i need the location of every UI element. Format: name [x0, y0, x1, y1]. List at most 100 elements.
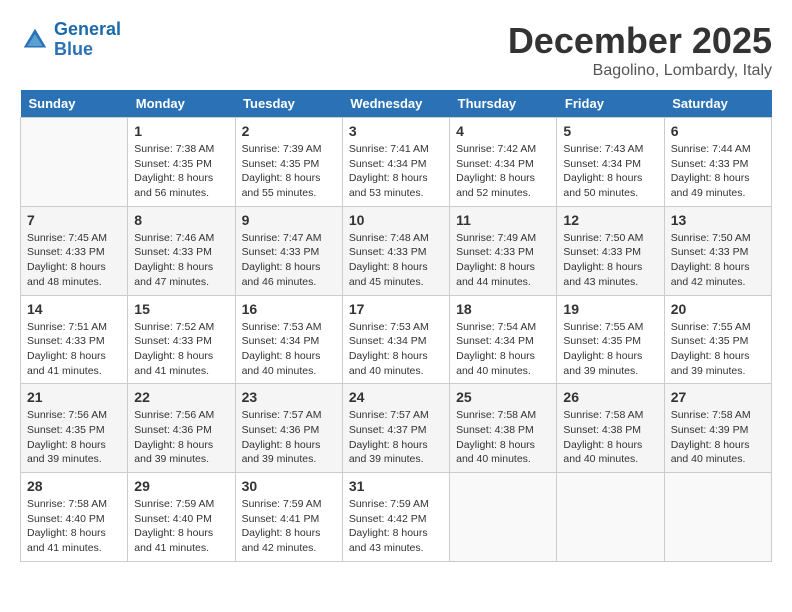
day-info: Sunrise: 7:52 AM Sunset: 4:33 PM Dayligh… — [134, 320, 228, 379]
header-saturday: Saturday — [664, 90, 771, 118]
day-cell-6: 6 Sunrise: 7:44 AM Sunset: 4:33 PM Daylig… — [664, 118, 771, 207]
day-number: 28 — [27, 478, 121, 494]
logo-icon — [20, 25, 50, 55]
day-info: Sunrise: 7:43 AM Sunset: 4:34 PM Dayligh… — [563, 142, 657, 201]
day-cell-4: 4Sunrise: 7:42 AM Sunset: 4:34 PM Daylig… — [450, 118, 557, 207]
logo-text: General Blue — [54, 20, 121, 60]
day-number: 10 — [349, 212, 443, 228]
day-number: 31 — [349, 478, 443, 494]
empty-cell — [450, 473, 557, 562]
day-number: 25 — [456, 389, 550, 405]
day-info: Sunrise: 7:59 AM Sunset: 4:42 PM Dayligh… — [349, 497, 443, 556]
day-info: Sunrise: 7:57 AM Sunset: 4:37 PM Dayligh… — [349, 408, 443, 467]
day-info: Sunrise: 7:48 AM Sunset: 4:33 PM Dayligh… — [349, 231, 443, 290]
logo-line2: Blue — [54, 39, 93, 59]
day-cell-24: 24Sunrise: 7:57 AM Sunset: 4:37 PM Dayli… — [342, 384, 449, 473]
day-number: 30 — [242, 478, 336, 494]
day-cell-15: 15 Sunrise: 7:52 AM Sunset: 4:33 PM Dayli… — [128, 295, 235, 384]
day-cell-10: 10 Sunrise: 7:48 AM Sunset: 4:33 PM Dayli… — [342, 206, 449, 295]
day-number: 5 — [563, 123, 657, 139]
calendar-table: SundayMondayTuesdayWednesdayThursdayFrid… — [20, 90, 772, 562]
empty-cell — [21, 118, 128, 207]
day-cell-14: 14 Sunrise: 7:51 AM Sunset: 4:33 PM Dayli… — [21, 295, 128, 384]
day-cell-20: 20 Sunrise: 7:55 AM Sunset: 4:35 PM Dayli… — [664, 295, 771, 384]
day-cell-3: 3 Sunrise: 7:41 AM Sunset: 4:34 PM Daylig… — [342, 118, 449, 207]
day-number: 20 — [671, 301, 765, 317]
header-wednesday: Wednesday — [342, 90, 449, 118]
day-info: Sunrise: 7:53 AM Sunset: 4:34 PM Dayligh… — [349, 320, 443, 379]
day-cell-5: 5 Sunrise: 7:43 AM Sunset: 4:34 PM Daylig… — [557, 118, 664, 207]
day-cell-17: 17 Sunrise: 7:53 AM Sunset: 4:34 PM Dayli… — [342, 295, 449, 384]
day-number: 27 — [671, 389, 765, 405]
day-cell-8: 8Sunrise: 7:46 AM Sunset: 4:33 PM Daylig… — [128, 206, 235, 295]
calendar-header-row: SundayMondayTuesdayWednesdayThursdayFrid… — [21, 90, 772, 118]
week-row-3: 14 Sunrise: 7:51 AM Sunset: 4:33 PM Dayli… — [21, 295, 772, 384]
day-cell-12: 12 Sunrise: 7:50 AM Sunset: 4:33 PM Dayli… — [557, 206, 664, 295]
day-number: 26 — [563, 389, 657, 405]
day-cell-30: 30 Sunrise: 7:59 AM Sunset: 4:41 PM Dayli… — [235, 473, 342, 562]
day-cell-26: 26 Sunrise: 7:58 AM Sunset: 4:38 PM Dayli… — [557, 384, 664, 473]
page-header: General Blue December 2025 Bagolino, Lom… — [20, 20, 772, 80]
day-number: 18 — [456, 301, 550, 317]
day-number: 2 — [242, 123, 336, 139]
day-number: 1 — [134, 123, 228, 139]
day-number: 13 — [671, 212, 765, 228]
day-number: 21 — [27, 389, 121, 405]
day-info: Sunrise: 7:38 AM Sunset: 4:35 PM Dayligh… — [134, 142, 228, 201]
day-info: Sunrise: 7:55 AM Sunset: 4:35 PM Dayligh… — [563, 320, 657, 379]
day-info: Sunrise: 7:51 AM Sunset: 4:33 PM Dayligh… — [27, 320, 121, 379]
day-info: Sunrise: 7:44 AM Sunset: 4:33 PM Dayligh… — [671, 142, 765, 201]
day-cell-27: 27Sunrise: 7:58 AM Sunset: 4:39 PM Dayli… — [664, 384, 771, 473]
day-cell-29: 29 Sunrise: 7:59 AM Sunset: 4:40 PM Dayli… — [128, 473, 235, 562]
day-cell-16: 16Sunrise: 7:53 AM Sunset: 4:34 PM Dayli… — [235, 295, 342, 384]
empty-cell — [557, 473, 664, 562]
day-number: 16 — [242, 301, 336, 317]
day-number: 15 — [134, 301, 228, 317]
day-info: Sunrise: 7:58 AM Sunset: 4:40 PM Dayligh… — [27, 497, 121, 556]
day-number: 22 — [134, 389, 228, 405]
day-number: 29 — [134, 478, 228, 494]
header-thursday: Thursday — [450, 90, 557, 118]
day-cell-19: 19Sunrise: 7:55 AM Sunset: 4:35 PM Dayli… — [557, 295, 664, 384]
week-row-5: 28 Sunrise: 7:58 AM Sunset: 4:40 PM Dayli… — [21, 473, 772, 562]
day-info: Sunrise: 7:46 AM Sunset: 4:33 PM Dayligh… — [134, 231, 228, 290]
title-block: December 2025 Bagolino, Lombardy, Italy — [508, 20, 772, 80]
day-number: 4 — [456, 123, 550, 139]
day-info: Sunrise: 7:57 AM Sunset: 4:36 PM Dayligh… — [242, 408, 336, 467]
day-info: Sunrise: 7:58 AM Sunset: 4:38 PM Dayligh… — [563, 408, 657, 467]
day-info: Sunrise: 7:56 AM Sunset: 4:35 PM Dayligh… — [27, 408, 121, 467]
day-info: Sunrise: 7:45 AM Sunset: 4:33 PM Dayligh… — [27, 231, 121, 290]
day-number: 12 — [563, 212, 657, 228]
day-number: 6 — [671, 123, 765, 139]
day-number: 9 — [242, 212, 336, 228]
day-number: 7 — [27, 212, 121, 228]
day-cell-2: 2 Sunrise: 7:39 AM Sunset: 4:35 PM Daylig… — [235, 118, 342, 207]
day-cell-21: 21 Sunrise: 7:56 AM Sunset: 4:35 PM Dayli… — [21, 384, 128, 473]
week-row-4: 21 Sunrise: 7:56 AM Sunset: 4:35 PM Dayli… — [21, 384, 772, 473]
day-info: Sunrise: 7:59 AM Sunset: 4:41 PM Dayligh… — [242, 497, 336, 556]
day-info: Sunrise: 7:55 AM Sunset: 4:35 PM Dayligh… — [671, 320, 765, 379]
empty-cell — [664, 473, 771, 562]
month-title: December 2025 — [508, 20, 772, 62]
header-tuesday: Tuesday — [235, 90, 342, 118]
day-info: Sunrise: 7:41 AM Sunset: 4:34 PM Dayligh… — [349, 142, 443, 201]
day-cell-7: 7 Sunrise: 7:45 AM Sunset: 4:33 PM Daylig… — [21, 206, 128, 295]
day-info: Sunrise: 7:54 AM Sunset: 4:34 PM Dayligh… — [456, 320, 550, 379]
day-number: 17 — [349, 301, 443, 317]
day-info: Sunrise: 7:50 AM Sunset: 4:33 PM Dayligh… — [671, 231, 765, 290]
week-row-2: 7 Sunrise: 7:45 AM Sunset: 4:33 PM Daylig… — [21, 206, 772, 295]
day-info: Sunrise: 7:59 AM Sunset: 4:40 PM Dayligh… — [134, 497, 228, 556]
day-info: Sunrise: 7:58 AM Sunset: 4:38 PM Dayligh… — [456, 408, 550, 467]
day-number: 14 — [27, 301, 121, 317]
header-sunday: Sunday — [21, 90, 128, 118]
day-info: Sunrise: 7:50 AM Sunset: 4:33 PM Dayligh… — [563, 231, 657, 290]
location: Bagolino, Lombardy, Italy — [508, 62, 772, 80]
day-cell-1: 1 Sunrise: 7:38 AM Sunset: 4:35 PM Daylig… — [128, 118, 235, 207]
day-info: Sunrise: 7:47 AM Sunset: 4:33 PM Dayligh… — [242, 231, 336, 290]
day-number: 3 — [349, 123, 443, 139]
day-cell-28: 28 Sunrise: 7:58 AM Sunset: 4:40 PM Dayli… — [21, 473, 128, 562]
day-info: Sunrise: 7:39 AM Sunset: 4:35 PM Dayligh… — [242, 142, 336, 201]
day-number: 11 — [456, 212, 550, 228]
day-cell-31: 31 Sunrise: 7:59 AM Sunset: 4:42 PM Dayli… — [342, 473, 449, 562]
week-row-1: 1 Sunrise: 7:38 AM Sunset: 4:35 PM Daylig… — [21, 118, 772, 207]
